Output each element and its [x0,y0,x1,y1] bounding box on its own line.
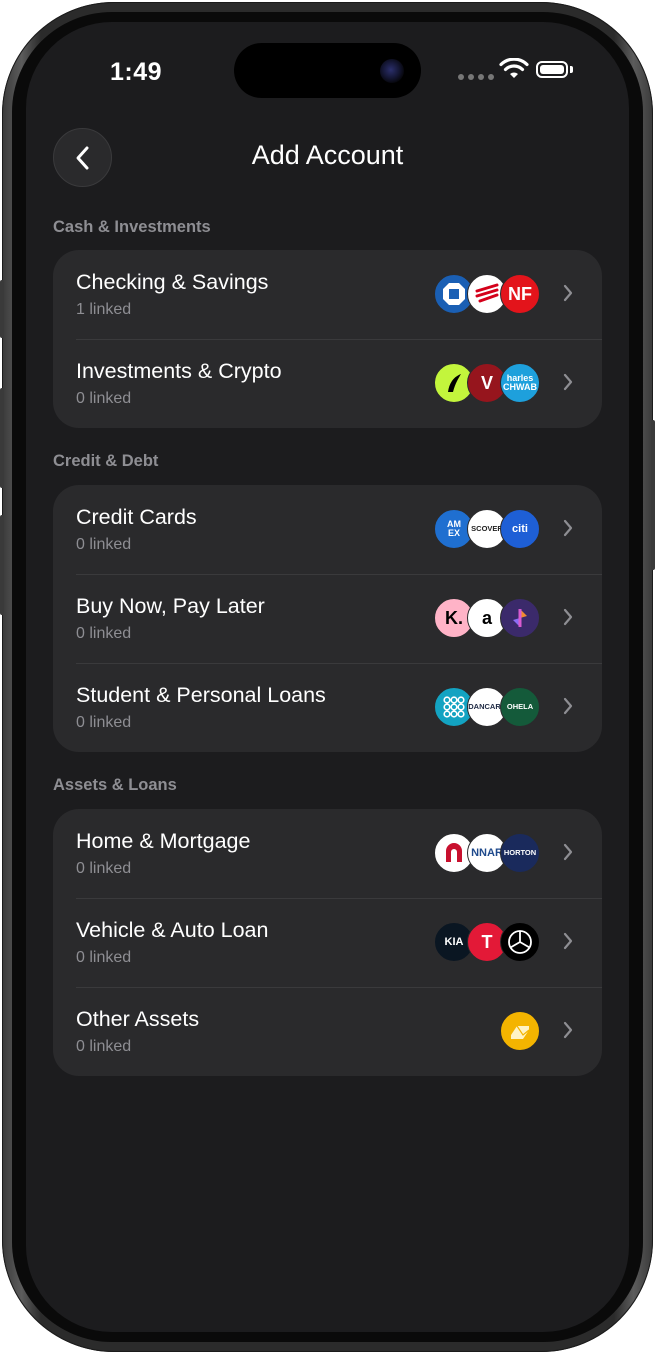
row-linked-count: 0 linked [76,390,132,407]
nf-bank-logo-icon: NF [500,274,540,314]
logo-group: AM EX SCOVER citi [434,509,540,550]
section-title-credit-debt: Credit & Debt [53,452,159,470]
wifi-icon [499,58,529,78]
row-linked-count: 0 linked [76,860,132,877]
chevron-right-icon [563,284,573,302]
chevron-right-icon [563,608,573,626]
row-title: Home & Mortgage [76,829,251,853]
logo-group: Vharles CHWAB [434,363,540,404]
chevron-right-icon [563,697,573,715]
row-title: Checking & Savings [76,270,269,294]
chevron-right-icon [563,519,573,537]
row-credit-cards[interactable]: Credit Cards 0 linked AM EX SCOVER citi [53,485,602,574]
logo-group: KIA T [434,922,540,963]
row-linked-count: 0 linked [76,714,132,731]
mercedes-logo-icon [500,922,540,962]
row-linked-count: 0 linked [76,536,132,553]
row-linked-count: 0 linked [76,1038,132,1055]
row-buy-now-pay-later[interactable]: Buy Now, Pay Later 0 linked K. a [53,574,602,663]
row-other-assets[interactable]: Other Assets 0 linked [53,987,602,1076]
charles-schwab-logo-icon: harles CHWAB [500,363,540,403]
row-student-personal-loans[interactable]: Student & Personal Loans 0 linked DANCAR… [53,663,602,752]
citi-logo-icon: citi [500,509,540,549]
row-title: Vehicle & Auto Loan [76,918,269,942]
power-button [651,420,655,570]
logo-group: K. a [434,598,540,639]
row-checking-savings[interactable]: Checking & Savings 1 linked NF [53,250,602,339]
divider [76,339,602,340]
section-title-assets-loans: Assets & Loans [53,776,177,794]
divider [76,574,602,575]
row-linked-count: 0 linked [76,625,132,642]
screen: 1:49 Add Account Cash & Investments Chec… [26,22,629,1332]
card-assets-loans: Home & Mortgage 0 linked NNAR HORTON Vehi… [53,809,602,1076]
section-title-cash-investments: Cash & Investments [53,218,211,236]
row-home-mortgage[interactable]: Home & Mortgage 0 linked NNAR HORTON [53,809,602,898]
action-button [0,280,4,338]
row-linked-count: 1 linked [76,301,132,318]
row-title: Buy Now, Pay Later [76,594,265,618]
cellular-signal-icon [458,74,494,80]
logo-group: NNAR HORTON [434,833,540,874]
camera-icon [380,59,404,83]
chevron-right-icon [563,843,573,861]
battery-icon [536,61,568,78]
chevron-right-icon [563,932,573,950]
battery-tip [570,66,573,73]
volume-up-button [0,388,4,488]
divider [76,898,602,899]
card-credit-debt: Credit Cards 0 linked AM EX SCOVER citi Bu… [53,485,602,752]
row-title: Credit Cards [76,505,197,529]
card-cash-investments: Checking & Savings 1 linked NF Investmen… [53,250,602,428]
volume-down-button [0,515,4,615]
row-investments-crypto[interactable]: Investments & Crypto 0 linked Vharles CH… [53,339,602,428]
row-vehicle-auto-loan[interactable]: Vehicle & Auto Loan 0 linked KIA T [53,898,602,987]
sallie-mae-logo-icon: OHELA [500,687,540,727]
divider [76,987,602,988]
row-title: Other Assets [76,1007,200,1031]
logo-group: NF [434,274,540,315]
row-linked-count: 0 linked [76,949,132,966]
row-title: Investments & Crypto [76,359,282,383]
divider [76,663,602,664]
zip-logo-icon [500,598,540,638]
gold-bar-icon [500,1011,540,1051]
d-r-horton-logo-icon: HORTON [500,833,540,873]
status-time: 1:49 [110,58,163,86]
logo-group: DANCARE OHELA [434,687,540,728]
logo-group [500,1011,540,1052]
page-title: Add Account [251,140,404,170]
row-title: Student & Personal Loans [76,683,326,707]
chevron-right-icon [563,1021,573,1039]
chevron-right-icon [563,373,573,391]
